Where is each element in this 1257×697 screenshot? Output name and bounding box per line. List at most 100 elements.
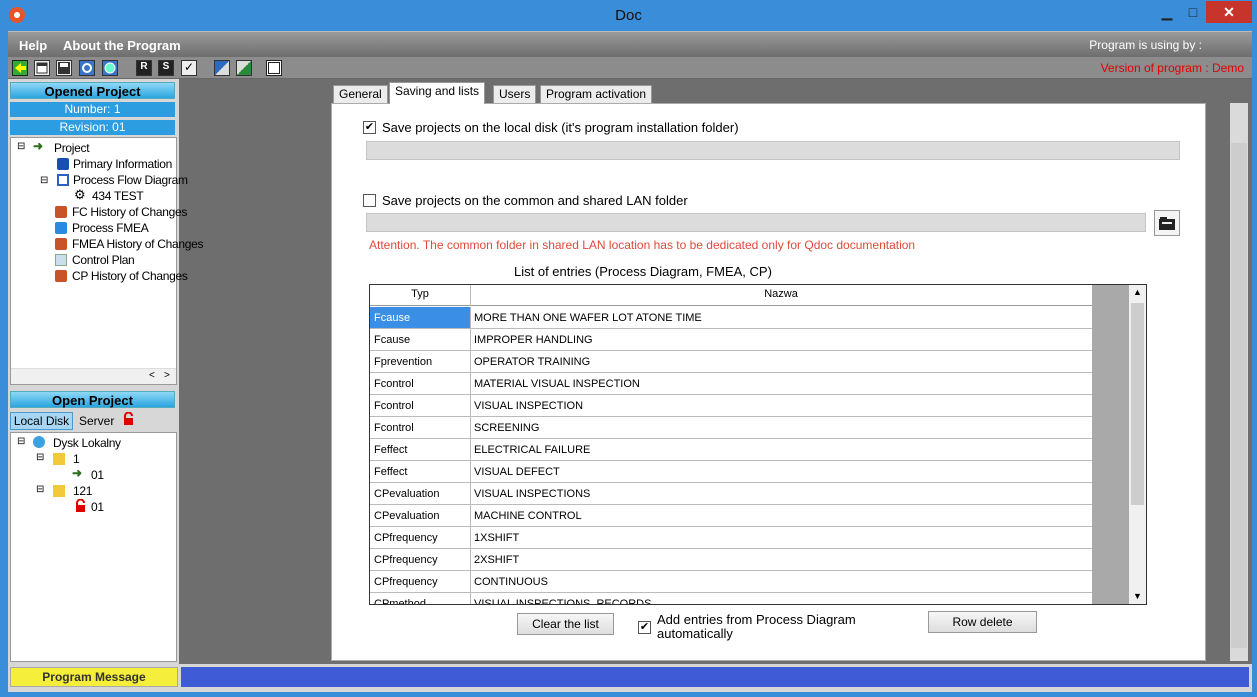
cell-nazwa[interactable]: ELECTRICAL FAILURE	[474, 444, 590, 456]
maximize-button[interactable]: □	[1180, 1, 1206, 23]
tree-item-dysk-lokalny[interactable]: Dysk Lokalny	[53, 436, 121, 450]
scroll-right-icon[interactable]: >	[164, 370, 170, 381]
cell-typ[interactable]: Fprevention	[374, 356, 432, 368]
new-icon[interactable]	[34, 60, 50, 76]
tree-collapse-icon[interactable]: ⊟	[17, 141, 25, 152]
cell-typ[interactable]: CPfrequency	[374, 532, 438, 544]
local-path-field[interactable]	[366, 141, 1180, 160]
local-disk-checkbox[interactable]: ✔	[363, 121, 376, 134]
table-row[interactable]: CPevaluation VISUAL INSPECTIONS	[370, 483, 1092, 505]
cell-nazwa[interactable]: 1XSHIFT	[474, 532, 519, 544]
cell-typ[interactable]: Fcontrol	[374, 422, 414, 434]
cell-nazwa[interactable]: SCREENING	[474, 422, 539, 434]
column-header-nazwa[interactable]: Nazwa	[471, 288, 1091, 300]
tree-collapse-icon[interactable]: ⊟	[36, 452, 44, 463]
clear-list-button[interactable]: Clear the list	[517, 613, 614, 635]
menu-about-program[interactable]: About the Program	[63, 38, 181, 53]
tree-item-fc-history[interactable]: FC History of Changes	[72, 205, 187, 219]
tab-general[interactable]: General	[333, 85, 388, 104]
cell-nazwa[interactable]: VISUAL INSPECTION	[474, 400, 583, 412]
cell-typ[interactable]: CPevaluation	[374, 510, 439, 522]
table-row[interactable]: Fcontrol VISUAL INSPECTION	[370, 395, 1092, 417]
settings-icon[interactable]	[79, 60, 95, 76]
tree-collapse-icon[interactable]: ⊟	[40, 175, 48, 186]
table-row[interactable]: Feffect ELECTRICAL FAILURE	[370, 439, 1092, 461]
tree-collapse-icon[interactable]: ⊟	[36, 484, 44, 495]
cell-typ[interactable]: CPfrequency	[374, 554, 438, 566]
tree-item-process-flow-diagram[interactable]: Process Flow Diagram	[73, 173, 188, 187]
tab-local-disk[interactable]: Local Disk	[10, 412, 73, 430]
cell-typ[interactable]: Feffect	[374, 444, 407, 456]
report-s-icon[interactable]: S	[158, 60, 174, 76]
cell-nazwa[interactable]: VISUAL INSPECTIONS	[474, 488, 590, 500]
tree-hscrollbar[interactable]: < >	[11, 368, 176, 384]
tree-item-fmea-history[interactable]: FMEA History of Changes	[72, 237, 203, 251]
table-row[interactable]: Fcontrol MATERIAL VISUAL INSPECTION	[370, 373, 1092, 395]
row-delete-button[interactable]: Row delete	[928, 611, 1037, 633]
report-r-icon[interactable]: R	[136, 60, 152, 76]
lan-path-field[interactable]	[366, 213, 1146, 232]
cell-nazwa[interactable]: CONTINUOUS	[474, 576, 548, 588]
cell-nazwa[interactable]: OPERATOR TRAINING	[474, 356, 590, 368]
cell-typ[interactable]: CPmethod	[374, 598, 426, 604]
scroll-down-icon[interactable]: ▼	[1133, 591, 1142, 601]
tab-users[interactable]: Users	[493, 85, 537, 104]
lan-folder-checkbox[interactable]	[363, 194, 376, 207]
save-icon[interactable]	[56, 60, 72, 76]
check-icon[interactable]: ✓	[181, 60, 197, 76]
menu-help[interactable]: Help	[19, 38, 47, 53]
cell-typ[interactable]: Fcause	[374, 312, 410, 324]
tree-item-434-test[interactable]: 434 TEST	[92, 189, 144, 203]
table-row[interactable]: Feffect VISUAL DEFECT	[370, 461, 1092, 483]
tree-item-revision-01[interactable]: 01	[91, 468, 104, 482]
cell-typ[interactable]: CPfrequency	[374, 576, 438, 588]
cell-nazwa[interactable]: 2XSHIFT	[474, 554, 519, 566]
tree-item-folder-121[interactable]: 121	[73, 484, 92, 498]
table-row[interactable]: Fprevention OPERATOR TRAINING	[370, 351, 1092, 373]
tree-collapse-icon[interactable]: ⊟	[17, 436, 25, 447]
table-row[interactable]: CPfrequency 1XSHIFT	[370, 527, 1092, 549]
table-row[interactable]: Fcontrol SCREENING	[370, 417, 1092, 439]
window-left-icon[interactable]	[214, 60, 230, 76]
table-row[interactable]: CPfrequency CONTINUOUS	[370, 571, 1092, 593]
cell-nazwa[interactable]: MACHINE CONTROL	[474, 510, 582, 522]
cell-typ[interactable]: Fcontrol	[374, 400, 414, 412]
browse-folder-button[interactable]	[1154, 210, 1180, 236]
cell-typ[interactable]: Fcontrol	[374, 378, 414, 390]
globe-icon[interactable]	[102, 60, 118, 76]
tree-item-project[interactable]: Project	[54, 141, 90, 155]
table-scroll-thumb[interactable]	[1131, 303, 1144, 505]
tree-item-folder-1[interactable]: 1	[73, 452, 80, 466]
minimize-button[interactable]: ▁	[1154, 1, 1180, 23]
scroll-left-icon[interactable]: <	[149, 370, 155, 381]
column-header-typ[interactable]: Typ	[370, 288, 470, 300]
cell-typ[interactable]: Feffect	[374, 466, 407, 478]
tab-saving-and-lists[interactable]: Saving and lists	[389, 82, 486, 104]
window-frame-icon[interactable]	[266, 60, 282, 76]
tree-item-process-fmea[interactable]: Process FMEA	[72, 221, 149, 235]
table-vscrollbar[interactable]: ▲ ▼	[1129, 285, 1146, 604]
cell-nazwa[interactable]: IMPROPER HANDLING	[474, 334, 593, 346]
tree-item-primary-information[interactable]: Primary Information	[73, 157, 172, 171]
main-scrollbar-thumb[interactable]	[1231, 143, 1247, 648]
tree-item-cp-history[interactable]: CP History of Changes	[72, 269, 188, 283]
cell-nazwa[interactable]: MORE THAN ONE WAFER LOT ATONE TIME	[474, 312, 702, 324]
table-row[interactable]: Fcause IMPROPER HANDLING	[370, 329, 1092, 351]
table-row[interactable]: Fcause MORE THAN ONE WAFER LOT ATONE TIME	[370, 307, 1092, 329]
scroll-up-icon[interactable]: ▲	[1133, 287, 1142, 297]
cell-nazwa[interactable]: VISUAL INSPECTIONS, RECORDS	[474, 598, 651, 604]
tree-item-control-plan[interactable]: Control Plan	[72, 253, 135, 267]
add-entries-checkbox[interactable]: ✔	[638, 621, 651, 634]
close-button[interactable]: ✕	[1206, 1, 1252, 23]
tab-program-activation[interactable]: Program activation	[540, 85, 653, 104]
tree-item-revision-01-locked[interactable]: 01	[91, 500, 104, 514]
cell-nazwa[interactable]: VISUAL DEFECT	[474, 466, 560, 478]
cell-typ[interactable]: Fcause	[374, 334, 410, 346]
cell-nazwa[interactable]: MATERIAL VISUAL INSPECTION	[474, 378, 640, 390]
window-right-icon[interactable]	[236, 60, 252, 76]
table-row[interactable]: CPmethod VISUAL INSPECTIONS, RECORDS	[370, 593, 1092, 604]
tab-server[interactable]: Server	[79, 414, 114, 428]
cell-typ[interactable]: CPevaluation	[374, 488, 439, 500]
table-row[interactable]: CPevaluation MACHINE CONTROL	[370, 505, 1092, 527]
table-row[interactable]: CPfrequency 2XSHIFT	[370, 549, 1092, 571]
